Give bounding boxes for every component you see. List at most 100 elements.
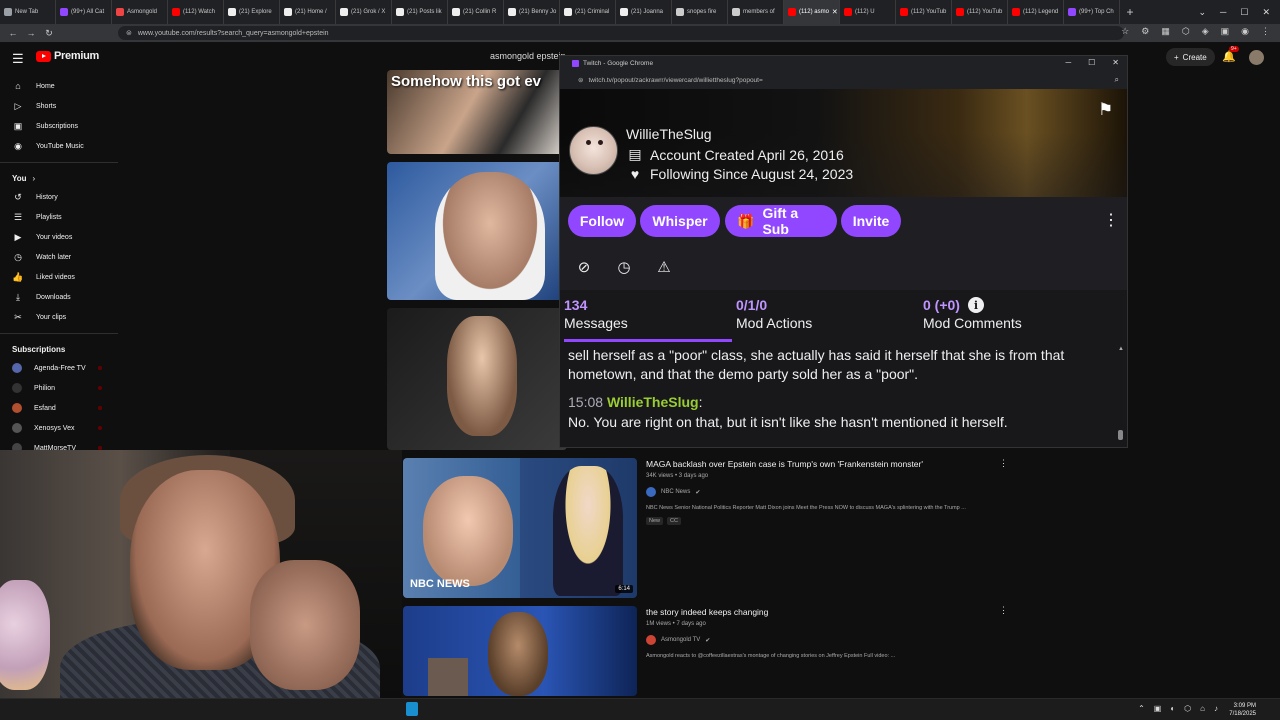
subscription-item[interactable]: Agenda-Free TV (0, 358, 120, 378)
browser-tab[interactable]: (21) Explore (224, 0, 280, 24)
browser-tab[interactable]: (21) Home / (280, 0, 336, 24)
subscription-item[interactable]: Xenosys Vex (0, 418, 120, 438)
invite-button[interactable]: Invite (841, 205, 901, 237)
site-info-icon[interactable]: ⊜ (126, 29, 132, 37)
back-icon[interactable]: ← (4, 28, 22, 38)
volume-icon[interactable]: ♪ (1214, 704, 1218, 713)
youtube-premium-logo[interactable]: Premium (36, 50, 99, 62)
popup-url-bar[interactable]: ⊜ twitch.tv/popout/zackrawrr/viewercard/… (560, 71, 1127, 89)
more-options-icon[interactable]: ⋮ (999, 605, 1008, 616)
video-thumbnail[interactable]: NBC NEWS 6:14 (403, 458, 637, 598)
address-bar[interactable]: ⊜ www.youtube.com/results?search_query=a… (118, 26, 1124, 40)
browser-tab[interactable]: (21) Benny Jo (504, 0, 560, 24)
tray-icon[interactable]: ⬡ (1184, 704, 1191, 713)
new-tab-icon[interactable]: + (1120, 5, 1140, 19)
browser-tab[interactable]: Asmongold (112, 0, 168, 24)
account-avatar[interactable] (1249, 50, 1264, 65)
scroll-up-arrow-icon[interactable]: ▲ (1118, 346, 1124, 352)
hamburger-menu-icon[interactable]: ☰ (12, 51, 24, 67)
tab-mod-actions[interactable]: 0/1/0 Mod Actions (736, 297, 812, 331)
warning-icon[interactable]: ⚠ (654, 258, 674, 278)
tray-icon[interactable]: ⌃ (1138, 704, 1145, 713)
sidebar-item[interactable]: ✂ Your clips (0, 307, 120, 327)
browser-tab[interactable]: members of (728, 0, 784, 24)
ban-icon[interactable]: ⊘ (574, 258, 594, 278)
sidebar-item[interactable]: ▶ Your videos (0, 227, 120, 247)
taskbar-clock[interactable]: 3:09 PM 7/18/2025 (1229, 702, 1256, 718)
extension-icon[interactable]: ▦ (1161, 26, 1170, 37)
forward-icon[interactable]: → (22, 28, 40, 38)
more-options-icon[interactable]: ⋮ (1103, 210, 1119, 230)
browser-tab[interactable]: New Tab (0, 0, 56, 24)
sidebar-item[interactable]: ⤓ Downloads (0, 287, 120, 307)
video-thumbnail[interactable] (387, 308, 567, 450)
browser-tab[interactable]: (21) Posts lik (392, 0, 448, 24)
tray-icon[interactable]: ▣ (1154, 704, 1162, 713)
channel-row[interactable]: NBC News ✔ (646, 487, 966, 497)
sidebar-item[interactable]: ▣ Subscriptions (0, 116, 120, 136)
gift-sub-button[interactable]: 🎁 Gift a Sub (725, 205, 837, 237)
subscription-item[interactable]: Philion (0, 378, 120, 398)
extension-icon[interactable]: ▣ (1221, 26, 1230, 37)
viewer-username[interactable]: WillieTheSlug (626, 126, 712, 142)
tab-close-icon[interactable]: ✕ (832, 8, 838, 16)
video-title[interactable]: the story indeed keeps changing (646, 607, 895, 617)
sidebar-item[interactable]: ☰ Playlists (0, 207, 120, 227)
create-button[interactable]: + Create (1166, 48, 1215, 66)
follow-button[interactable]: Follow (568, 205, 636, 237)
chat-username[interactable]: WillieTheSlug (607, 394, 699, 410)
browser-tab[interactable]: (99+) All Cat (56, 0, 112, 24)
browser-tab[interactable]: (112) asmo ✕ (784, 0, 840, 24)
browser-tab[interactable]: (21) Grok / X (336, 0, 392, 24)
tray-icon[interactable]: ◐ (1170, 704, 1175, 713)
video-thumbnail[interactable] (403, 606, 637, 696)
menu-icon[interactable]: ⋮ (1261, 26, 1270, 37)
timeout-clock-icon[interactable]: ◷ (614, 258, 634, 278)
sidebar-item[interactable]: ⌂ Home (0, 76, 120, 96)
sidebar-item[interactable]: ◉ YouTube Music (0, 136, 120, 156)
close-icon[interactable]: ✕ (1262, 7, 1270, 18)
extension-icon[interactable]: ⚙ (1141, 26, 1149, 37)
browser-tab[interactable]: (112) YouTub (896, 0, 952, 24)
video-thumbnail[interactable]: Somehow this got ev (387, 70, 567, 154)
info-icon[interactable]: i (967, 297, 984, 313)
browser-tab[interactable]: (21) Joanna (616, 0, 672, 24)
more-options-icon[interactable]: ⋮ (999, 458, 1008, 469)
profile-icon[interactable]: ◉ (1241, 26, 1249, 37)
notifications-bell-icon[interactable]: 🔔 9+ (1222, 46, 1239, 63)
tab-mod-comments[interactable]: 0 (+0) i Mod Comments (923, 297, 1022, 331)
video-thumbnail[interactable] (387, 162, 567, 300)
close-icon[interactable]: ✕ (1112, 58, 1119, 67)
video-title[interactable]: MAGA backlash over Epstein case is Trump… (646, 459, 966, 469)
sidebar-item[interactable]: ◷ Watch later (0, 247, 120, 267)
bookmark-star-icon[interactable]: ☆ (1121, 26, 1129, 37)
maximize-icon[interactable]: ☐ (1240, 7, 1248, 18)
browser-tab[interactable]: (112) Watch (168, 0, 224, 24)
taskbar-app-icon[interactable] (406, 702, 418, 716)
browser-tab[interactable]: (99+) Top Ch (1064, 0, 1120, 24)
extension-icon[interactable]: ◈ (1202, 26, 1209, 37)
browser-tab[interactable]: (112) YouTub (952, 0, 1008, 24)
zoom-icon[interactable]: ⌕ (1115, 75, 1119, 85)
browser-tab[interactable]: (112) Legend (1008, 0, 1064, 24)
tab-messages[interactable]: 134 Messages (564, 297, 628, 331)
sidebar-item[interactable]: ▷ Shorts (0, 96, 120, 116)
maximize-icon[interactable]: ☐ (1088, 58, 1095, 67)
browser-tab[interactable]: snopes fire (672, 0, 728, 24)
channel-row[interactable]: Asmongold TV ✔ (646, 635, 895, 645)
scrollbar-thumb[interactable] (1118, 430, 1123, 440)
browser-tab[interactable]: (112) U (840, 0, 896, 24)
user-avatar[interactable] (569, 126, 618, 175)
whisper-button[interactable]: Whisper (640, 205, 720, 237)
browser-tab[interactable]: (21) Criminal (560, 0, 616, 24)
sidebar-item[interactable]: 👍 Liked videos (0, 267, 120, 287)
sidebar-item[interactable]: ↺ History (0, 187, 120, 207)
subscription-item[interactable]: Esfand (0, 398, 120, 418)
minimize-icon[interactable]: ─ (1220, 7, 1226, 17)
tab-search-icon[interactable]: ⌄ (1198, 7, 1206, 18)
extension-icon[interactable]: ⬡ (1182, 26, 1190, 37)
you-heading[interactable]: You › (0, 169, 120, 187)
browser-tab[interactable]: (21) Collin R (448, 0, 504, 24)
network-icon[interactable]: ⌂ (1200, 704, 1205, 713)
report-flag-icon[interactable]: ⚑ (1098, 100, 1113, 120)
